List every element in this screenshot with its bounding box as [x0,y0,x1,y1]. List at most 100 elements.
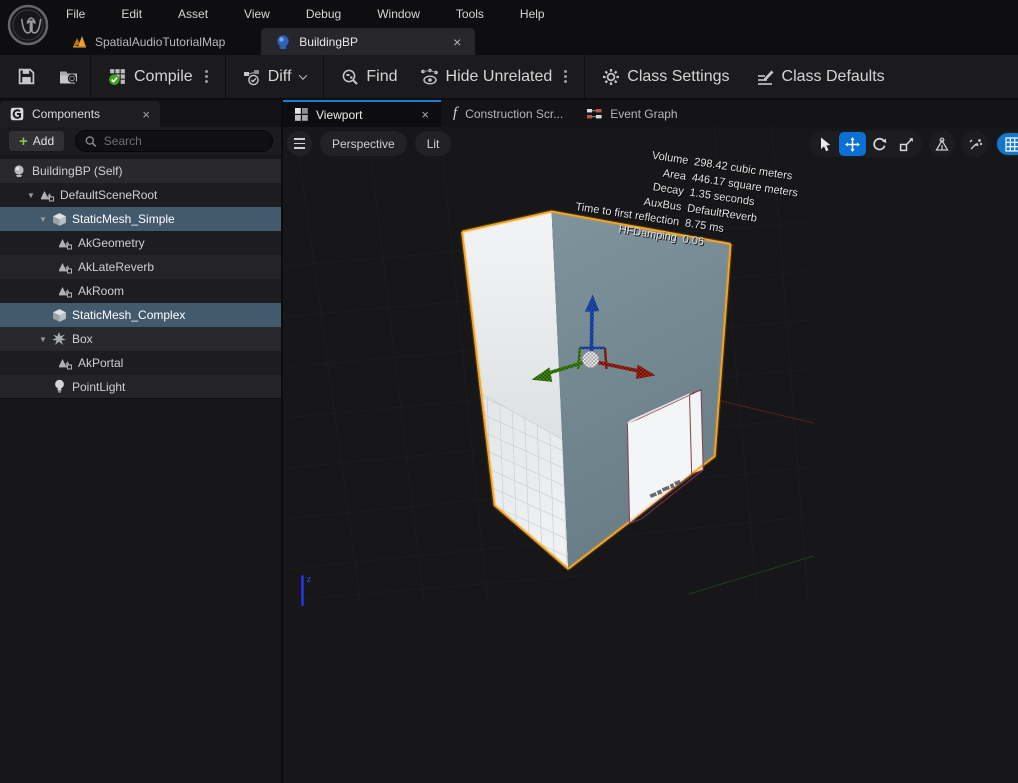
scale-icon [899,137,914,152]
viewport-toolbar-left: Perspective Lit [287,131,451,156]
static-mesh-icon [50,211,68,227]
scene-component-icon [56,283,74,299]
toolbar-separator [584,55,585,98]
grid-icon [1005,137,1018,152]
tree-item-akgeometry[interactable]: AkGeometry [0,231,281,255]
blueprint-self-icon [10,163,28,179]
browse-asset-icon[interactable] [59,68,79,85]
grid-snap-toggle[interactable] [997,133,1018,155]
tree-item-label: BuildingBP (Self) [32,164,123,178]
tree-item-akportal[interactable]: AkPortal [0,351,281,375]
viewport-3d-scene[interactable]: z Volume298.42 cubic meters Area446.17 s… [283,127,1018,783]
search-input[interactable] [104,134,263,148]
tree-item-label: DefaultSceneRoot [60,188,157,202]
close-icon[interactable]: × [142,107,150,122]
lit-mode-button[interactable]: Lit [415,131,452,156]
rotate-icon [872,137,887,152]
scene-component-icon [56,259,74,275]
tab-event-graph[interactable]: Event Graph [575,100,689,127]
perspective-button[interactable]: Perspective [320,131,407,156]
move-tool-button[interactable] [839,132,866,156]
menu-item-file[interactable]: File [62,5,89,23]
expander-arrow-icon[interactable]: ▼ [36,335,50,344]
tree-item-defaultsceneroot[interactable]: ▼ DefaultSceneRoot [0,183,281,207]
chevron-down-icon [299,71,307,79]
expander-arrow-icon[interactable]: ▼ [36,215,50,224]
coordinate-space-button[interactable] [929,131,955,157]
tree-item-box[interactable]: ▼ Box [0,327,281,351]
compile-label: Compile [134,68,193,86]
tab-components[interactable]: Components × [0,101,160,127]
surface-snapping-button[interactable] [962,131,988,157]
tree-item-label: StaticMesh_Complex [72,308,185,322]
gizmo-center-ball[interactable] [582,351,599,368]
expander-arrow-icon[interactable]: ▼ [24,191,38,200]
event-graph-icon [587,108,602,120]
menu-item-view[interactable]: View [240,5,274,23]
tree-item-akroom[interactable]: AkRoom [0,279,281,303]
toolbar-separator [225,55,226,98]
menu-item-tools[interactable]: Tools [452,5,488,23]
grid-snap-control: 10 [995,131,1018,157]
hide-unrelated-icon [420,68,439,86]
viewport-panel: Viewport × f Construction Scr... Event G… [283,100,1018,783]
toolbar-separator [90,55,91,98]
components-panel: Components × + Add [0,100,283,783]
tree-item-aklatereverb[interactable]: AkLateReverb [0,255,281,279]
class-settings-label: Class Settings [627,68,729,86]
find-button[interactable]: Find [335,63,403,91]
close-icon[interactable]: × [453,34,461,50]
tree-item-buildingbp-self[interactable]: BuildingBP (Self) [0,159,281,183]
asset-tab-bar: SpatialAudioTutorialMap BuildingBP × [0,27,1018,55]
components-tab-label: Components [32,107,100,121]
select-tool-button[interactable] [812,132,839,156]
find-icon [341,68,359,86]
diff-button[interactable]: Diff [237,63,313,91]
cursor-icon [819,137,832,152]
save-icon[interactable] [18,68,35,85]
viewport-menu-button[interactable] [287,131,312,156]
scale-tool-button[interactable] [893,132,920,156]
pencil-lines-icon [756,68,775,86]
asset-tab-label: BuildingBP [299,35,358,49]
tree-item-staticmesh-complex[interactable]: StaticMesh_Complex [0,303,281,327]
blueprint-icon [275,34,291,50]
tree-item-staticmesh-simple[interactable]: ▼ StaticMesh_Simple [0,207,281,231]
tree-item-pointlight[interactable]: PointLight [0,375,281,399]
transform-tool-group [810,131,922,157]
menu-item-asset[interactable]: Asset [174,5,212,23]
menu-item-help[interactable]: Help [516,5,549,23]
menu-bar: File Edit Asset View Debug Window Tools … [0,0,1018,27]
plus-icon: + [19,134,28,149]
scene-component-icon [56,355,74,371]
close-icon[interactable]: × [421,107,429,122]
hide-unrelated-button[interactable]: Hide Unrelated [414,63,559,91]
tab-viewport[interactable]: Viewport × [283,100,441,127]
box-collision-icon [50,331,68,347]
unreal-logo-icon[interactable] [7,4,49,46]
components-toolbar: + Add [0,127,281,155]
compile-button[interactable]: Compile [102,62,199,91]
viewport-toolbar-right: 10 [810,131,1018,157]
add-component-button[interactable]: + Add [8,130,65,152]
class-defaults-label: Class Defaults [782,68,885,86]
menu-item-window[interactable]: Window [373,5,424,23]
compile-options-kebab-icon[interactable] [205,75,208,78]
blueprint-toolbar: Compile Diff Find [0,55,1018,99]
tree-item-label: AkPortal [78,356,123,370]
move-icon [845,137,860,152]
component-tree: BuildingBP (Self) ▼ DefaultSceneRoot ▼ S… [0,155,281,399]
tab-construction-script[interactable]: f Construction Scr... [441,100,575,127]
menu-item-debug[interactable]: Debug [302,5,345,23]
graph-options-kebab-icon[interactable] [564,75,567,78]
tab-buildingbp[interactable]: BuildingBP × [261,28,475,55]
search-icon [85,135,97,148]
class-settings-button[interactable]: Class Settings [596,63,735,91]
diff-label: Diff [268,68,292,86]
component-search[interactable] [75,130,273,152]
rotate-tool-button[interactable] [866,132,893,156]
tab-spatial-audio-tutorial-map[interactable]: SpatialAudioTutorialMap [58,28,239,55]
find-label: Find [366,68,397,86]
class-defaults-button[interactable]: Class Defaults [750,63,891,91]
menu-item-edit[interactable]: Edit [117,5,146,23]
